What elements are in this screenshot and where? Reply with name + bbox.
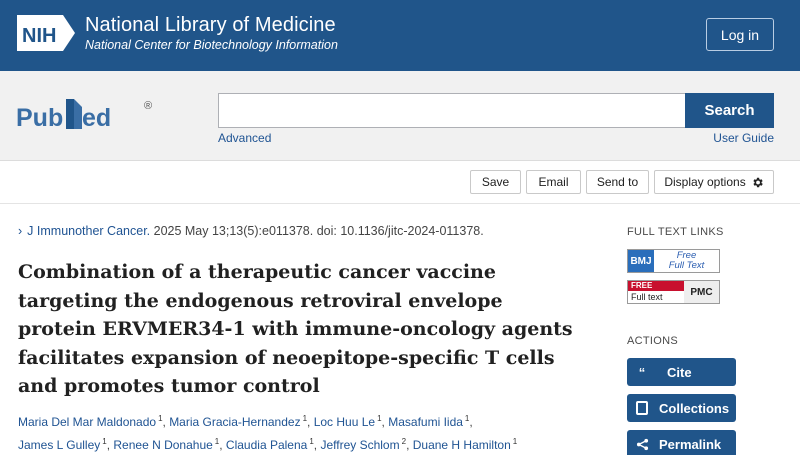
user-guide-link[interactable]: User Guide [713, 131, 774, 145]
pmc-full-text-label: Full text [631, 292, 663, 302]
author-link[interactable]: Maria Gracia-Hernandez [169, 415, 300, 429]
gear-icon [753, 177, 763, 187]
author-link[interactable]: Loc Huu Le [314, 415, 375, 429]
author-link[interactable]: Masafumi Iida [388, 415, 463, 429]
author-separator: , [219, 438, 226, 452]
affiliation-number[interactable]: 1 [513, 437, 517, 446]
bmj-logo: BMJ [628, 250, 654, 272]
pmc-logo: PMC [684, 281, 719, 303]
citation-line: › J Immunother Cancer. 2025 May 13;13(5):… [18, 224, 484, 238]
chevron-right-icon[interactable]: › [18, 224, 22, 238]
header-divider [0, 160, 800, 161]
author-link[interactable]: Maria Del Mar Maldonado [18, 415, 156, 429]
send-to-button[interactable]: Send to [586, 170, 649, 194]
svg-text:®: ® [144, 100, 152, 112]
svg-text:ed: ed [82, 104, 111, 132]
journal-link[interactable]: J Immunother Cancer. [27, 224, 150, 238]
author-separator: , [469, 415, 473, 429]
bmj-full-text-label: Full Text [668, 260, 705, 271]
cite-label: Cite [667, 364, 692, 380]
article-title: Combination of a therapeutic cancer vacc… [18, 261, 573, 397]
svg-text:Pub: Pub [16, 104, 63, 132]
author-separator: , [307, 415, 314, 429]
permalink-label: Permalink [659, 436, 722, 452]
author-separator: , [406, 438, 413, 452]
author-list: Maria Del Mar Maldonado 1, Maria Gracia-H… [18, 409, 598, 455]
email-button[interactable]: Email [526, 170, 581, 194]
share-icon [627, 438, 657, 451]
svg-text:NIH: NIH [22, 25, 56, 47]
nih-logo[interactable]: NIH [17, 13, 77, 53]
pubmed-logo[interactable]: Pub ed ® [16, 93, 161, 139]
author-link[interactable]: James L Gulley [18, 438, 100, 452]
ncbi-subtitle[interactable]: National Center for Biotechnology Inform… [85, 38, 338, 52]
cite-button[interactable]: “ Cite [627, 358, 736, 386]
save-button[interactable]: Save [470, 170, 521, 194]
search-input[interactable] [218, 93, 686, 128]
toolbar-divider [0, 203, 800, 204]
bookmark-icon [627, 401, 657, 415]
collections-label: Collections [659, 400, 730, 416]
full-text-links-heading: FULL TEXT LINKS [627, 226, 724, 238]
login-button[interactable]: Log in [706, 18, 774, 51]
nlm-title[interactable]: National Library of Medicine [85, 14, 336, 37]
permalink-button[interactable]: Permalink [627, 430, 736, 455]
quote-icon: “ [638, 364, 646, 380]
author-link[interactable]: Renee N Donahue [113, 438, 212, 452]
bmj-full-text-link[interactable]: BMJ Free Full Text [627, 249, 720, 273]
search-button[interactable]: Search [685, 93, 774, 128]
display-options-label: Display options [664, 175, 746, 189]
pmc-full-text-link[interactable]: FREE Full text PMC [627, 280, 720, 304]
citation-details: 2025 May 13;13(5):e011378. doi: 10.1136/… [150, 224, 484, 238]
search-band: Pub ed ® Search Advanced User Guide [0, 71, 800, 160]
actions-heading: ACTIONS [627, 335, 678, 347]
pmc-free-badge: FREE [628, 281, 684, 291]
advanced-search-link[interactable]: Advanced [218, 131, 271, 145]
nih-header: NIH National Library of Medicine Nationa… [0, 0, 800, 71]
author-link[interactable]: Jeffrey Schlom [320, 438, 399, 452]
author-link[interactable]: Duane H Hamilton [413, 438, 511, 452]
display-options-button[interactable]: Display options [654, 170, 774, 194]
collections-button[interactable]: Collections [627, 394, 736, 422]
author-link[interactable]: Claudia Palena [226, 438, 307, 452]
